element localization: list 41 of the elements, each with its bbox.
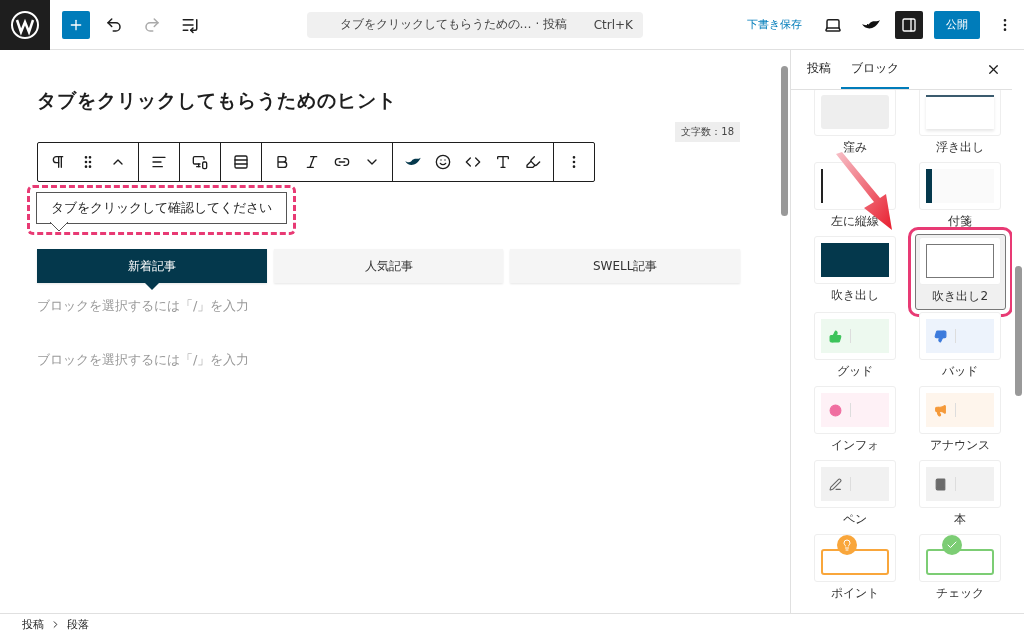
undo-icon	[105, 15, 123, 34]
command-search[interactable]: タブをクリックしてもらうための… · 投稿 Ctrl+K	[307, 11, 643, 38]
char-count: 文字数：18	[675, 122, 740, 142]
tab-pointer	[144, 283, 159, 290]
settings-panel-button[interactable]	[895, 10, 923, 39]
style-option[interactable]: 付箋	[914, 160, 1006, 234]
post-tab[interactable]: 人気記事	[273, 249, 504, 283]
add-block-button[interactable]	[62, 10, 90, 39]
breadcrumb-link[interactable]: 段落	[67, 617, 89, 632]
post-tab[interactable]: SWELL記事	[510, 249, 740, 283]
style-option[interactable]: グッド	[809, 310, 901, 384]
text-size-icon	[495, 154, 511, 170]
style-option[interactable]: ペン	[809, 458, 901, 532]
style-option[interactable]: バッド	[914, 310, 1006, 384]
style-option[interactable]: 本	[914, 458, 1006, 532]
save-draft-link[interactable]: 下書き保存	[741, 16, 808, 33]
style-option[interactable]: インフォ	[809, 384, 901, 458]
smile-icon	[435, 154, 451, 170]
italic-icon	[304, 154, 320, 170]
style-option[interactable]: アナウンス	[914, 384, 1006, 458]
balloon-tail	[50, 222, 68, 232]
highlighter-icon	[525, 154, 541, 170]
device-icon	[192, 154, 208, 170]
sidebar-tab[interactable]: 投稿	[797, 50, 841, 89]
style-option[interactable]: 浮き出し	[914, 90, 1006, 160]
spacing-icon	[233, 154, 249, 170]
post-title[interactable]: タブをクリックしてもらうためのヒント	[37, 88, 740, 114]
code-icon	[465, 154, 481, 170]
align-icon	[151, 154, 167, 170]
style-option[interactable]: 窪み	[809, 90, 901, 160]
style-option[interactable]: 吹き出し	[809, 234, 901, 310]
publish-button[interactable]: 公開	[934, 10, 980, 39]
sidebar-icon	[901, 16, 917, 33]
redo-icon	[143, 15, 161, 34]
bold-icon	[274, 154, 290, 170]
style-option[interactable]: チェック	[914, 532, 1006, 606]
breadcrumb-link[interactable]: 投稿	[22, 617, 44, 632]
wordpress-logo[interactable]	[0, 0, 50, 50]
style-option[interactable]: ポイント	[809, 532, 901, 606]
leaf-icon	[404, 156, 422, 168]
paragraph-icon	[50, 154, 66, 170]
